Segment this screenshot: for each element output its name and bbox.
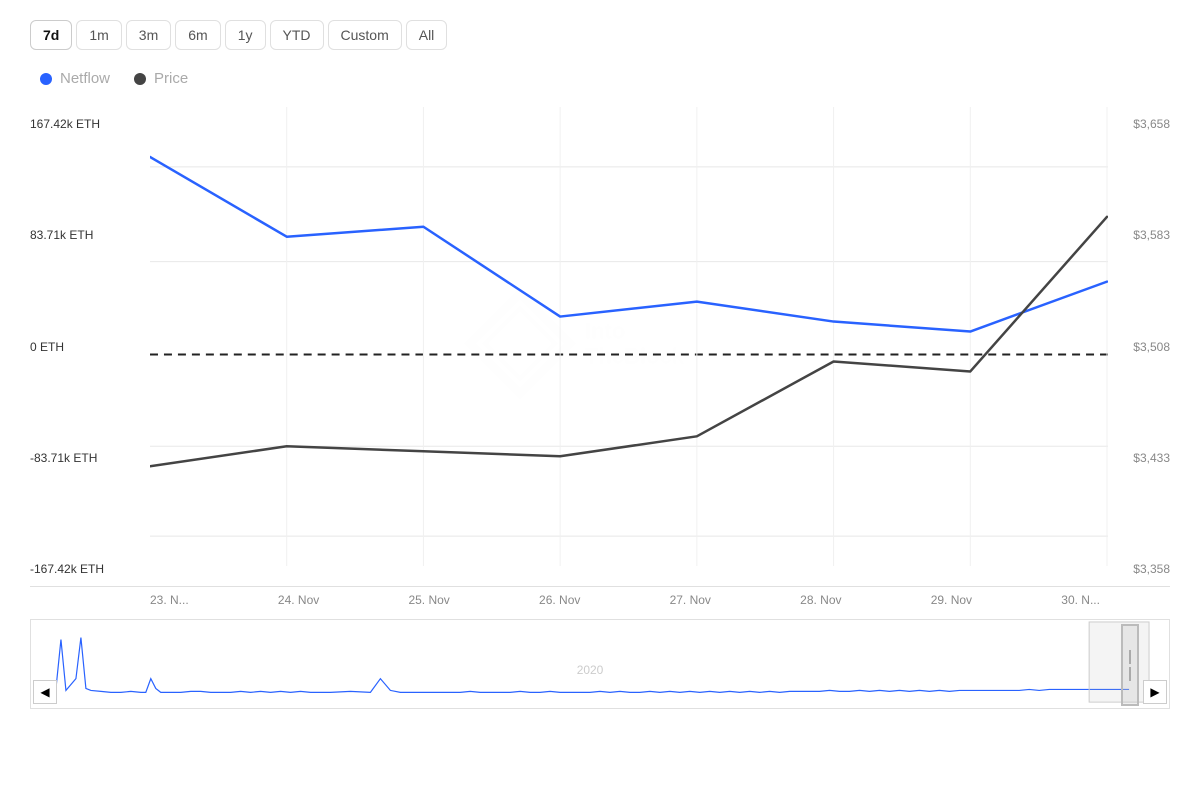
y-right-1: $3,658 (1100, 117, 1170, 131)
time-btn-ytd[interactable]: YTD (270, 20, 324, 50)
range-handle[interactable] (1121, 624, 1139, 706)
time-btn-6m[interactable]: 6m (175, 20, 220, 50)
mini-nav-right-button[interactable]: ▶ (1143, 680, 1167, 704)
time-range-selector: 7d1m3m6m1yYTDCustomAll (30, 20, 1170, 50)
y-left-5: -167.42k ETH (30, 562, 150, 576)
y-axis-right: $3,658 $3,583 $3,508 $3,433 $3,358 (1100, 107, 1170, 586)
main-chart: 167.42k ETH 83.71k ETH 0 ETH -83.71k ETH… (30, 107, 1170, 587)
main-container: 7d1m3m6m1yYTDCustomAll Netflow Price 167… (0, 0, 1200, 800)
y-right-4: $3,433 (1100, 451, 1170, 465)
svg-text:2020: 2020 (577, 663, 604, 677)
price-dot (134, 73, 146, 85)
y-right-3: $3,508 (1100, 340, 1170, 354)
x-label-7: 30. N... (1061, 593, 1100, 607)
netflow-dot (40, 73, 52, 85)
time-btn-1m[interactable]: 1m (76, 20, 121, 50)
x-label-0: 23. N... (150, 593, 189, 607)
y-left-1: 167.42k ETH (30, 117, 150, 131)
x-axis: 23. N... 24. Nov 25. Nov 26. Nov 27. Nov 28. … (30, 587, 1170, 613)
y-left-4: -83.71k ETH (30, 451, 150, 465)
y-right-2: $3,583 (1100, 228, 1170, 242)
x-label-5: 28. Nov (800, 593, 841, 607)
time-btn-all[interactable]: All (406, 20, 448, 50)
chart-wrapper: 167.42k ETH 83.71k ETH 0 ETH -83.71k ETH… (30, 107, 1170, 709)
netflow-label: Netflow (60, 70, 110, 87)
x-label-4: 27. Nov (670, 593, 711, 607)
time-btn-1y[interactable]: 1y (225, 20, 266, 50)
chart-svg (150, 107, 1108, 586)
y-left-2: 83.71k ETH (30, 228, 150, 242)
y-right-5: $3,358 (1100, 562, 1170, 576)
x-label-6: 29. Nov (931, 593, 972, 607)
mini-chart-svg: 2020 (31, 620, 1169, 708)
handle-line-2 (1129, 667, 1131, 681)
legend-netflow: Netflow (40, 70, 110, 87)
mini-chart[interactable]: 2020 ◀ ▶ (30, 619, 1170, 709)
legend-price: Price (134, 70, 188, 87)
x-label-2: 25. Nov (408, 593, 449, 607)
time-btn-custom[interactable]: Custom (328, 20, 402, 50)
x-label-1: 24. Nov (278, 593, 319, 607)
x-label-3: 26. Nov (539, 593, 580, 607)
mini-nav-left-button[interactable]: ◀ (33, 680, 57, 704)
y-axis-left: 167.42k ETH 83.71k ETH 0 ETH -83.71k ETH… (30, 107, 150, 586)
chart-legend: Netflow Price (40, 70, 1170, 87)
time-btn-7d[interactable]: 7d (30, 20, 72, 50)
price-label: Price (154, 70, 188, 87)
handle-line-1 (1129, 650, 1131, 664)
y-left-3: 0 ETH (30, 340, 150, 354)
time-btn-3m[interactable]: 3m (126, 20, 171, 50)
